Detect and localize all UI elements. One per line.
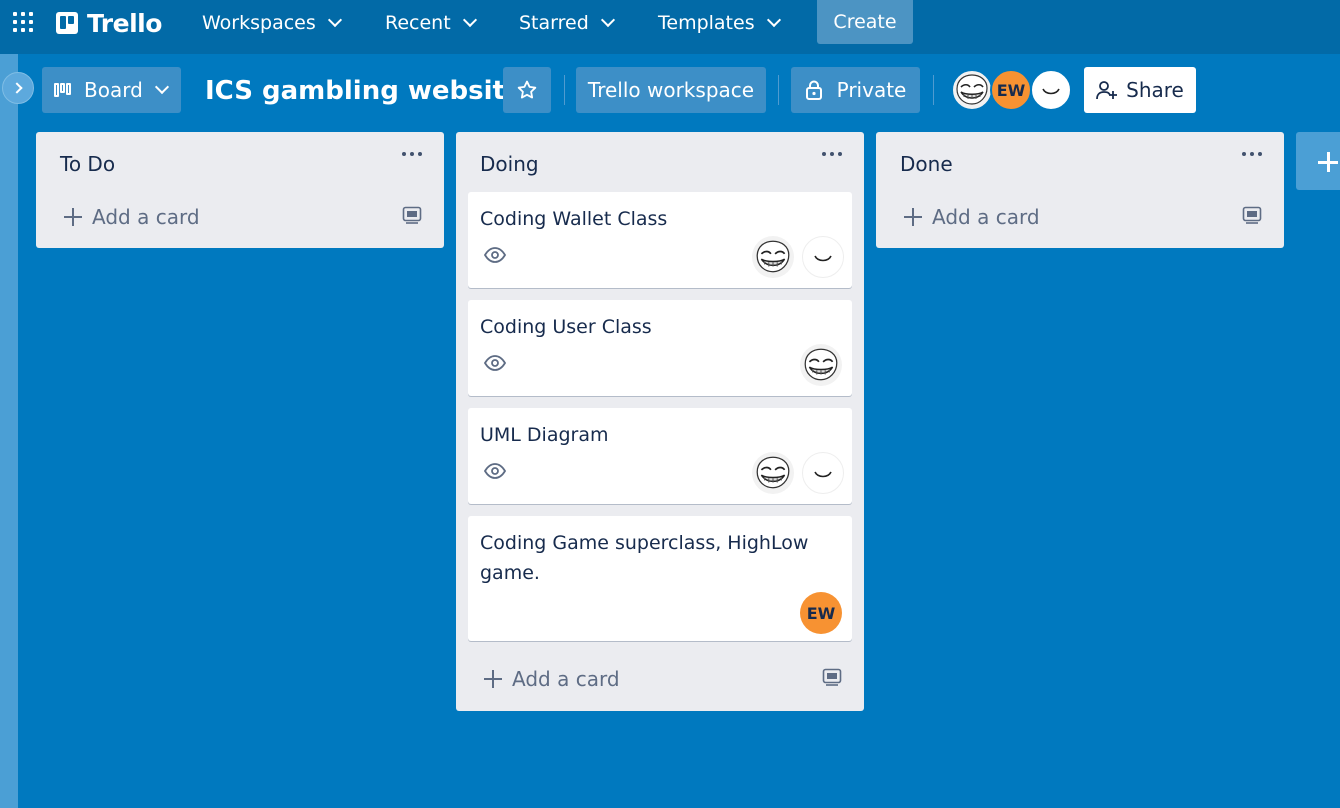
star-icon — [517, 80, 537, 99]
smile-face-icon — [814, 471, 832, 478]
card-template-icon[interactable] — [1242, 206, 1262, 224]
list-title[interactable]: To Do — [60, 152, 115, 176]
card-coding-user-class[interactable]: Coding User Class — [468, 300, 852, 396]
top-navigation: Trello Workspaces Recent Starred Templat… — [0, 0, 1340, 54]
star-board-button[interactable] — [503, 67, 551, 113]
list-done: Done Add a card — [876, 132, 1284, 248]
trello-logo[interactable]: Trello — [56, 8, 162, 38]
sidebar-collapsed — [0, 54, 18, 808]
card-title: UML Diagram — [480, 424, 609, 446]
card-member-ew[interactable]: EW — [800, 592, 842, 634]
card-member-smile[interactable] — [802, 236, 844, 278]
recent-label: Recent — [385, 12, 451, 34]
card-title: Coding Wallet Class — [480, 208, 668, 230]
sidebar-expand-button[interactable] — [2, 72, 34, 104]
add-card-button[interactable]: Add a card — [484, 664, 620, 694]
watch-eye-icon — [484, 247, 506, 263]
starred-label: Starred — [519, 12, 589, 34]
card-member-troll[interactable] — [752, 236, 794, 278]
logo-text: Trello — [87, 8, 162, 38]
card-member-troll[interactable] — [800, 344, 842, 386]
header-divider — [564, 75, 565, 105]
troll-face-icon — [804, 348, 838, 381]
list-menu-icon[interactable] — [402, 152, 426, 162]
list-to-do: To Do Add a card — [36, 132, 444, 248]
share-button[interactable]: Share — [1084, 67, 1196, 113]
chevron-down-icon — [327, 12, 342, 28]
card-uml-diagram[interactable]: UML Diagram — [468, 408, 852, 504]
share-label: Share — [1126, 78, 1184, 102]
templates-label: Templates — [658, 12, 755, 34]
board-view-switcher[interactable]: Board — [42, 67, 181, 113]
templates-menu[interactable]: Templates — [650, 6, 787, 40]
create-button[interactable]: Create — [817, 0, 913, 44]
plus-icon — [484, 670, 502, 688]
card-template-icon[interactable] — [822, 668, 842, 686]
card-coding-game-superclass[interactable]: Coding Game superclass, HighLow game. EW — [468, 516, 852, 641]
list-doing: Doing Coding Wallet Class Coding User Cl… — [456, 132, 864, 711]
member-avatar-troll[interactable] — [951, 69, 993, 111]
visibility-label: Private — [836, 78, 907, 102]
lock-icon — [805, 80, 822, 100]
member-initials: EW — [806, 603, 836, 623]
troll-face-icon — [756, 456, 790, 489]
member-avatar-ew[interactable]: EW — [990, 69, 1032, 111]
troll-face-icon — [956, 74, 988, 105]
add-list-button[interactable] — [1296, 132, 1340, 190]
member-avatar-smile[interactable] — [1030, 69, 1072, 111]
chevron-down-icon — [600, 12, 615, 28]
card-template-icon[interactable] — [402, 206, 422, 224]
board-view-label: Board — [84, 78, 143, 102]
starred-menu[interactable]: Starred — [511, 6, 621, 40]
card-coding-wallet-class[interactable]: Coding Wallet Class — [468, 192, 852, 288]
add-card-button[interactable]: Add a card — [64, 202, 200, 232]
chevron-down-icon — [766, 12, 781, 28]
header-divider — [778, 75, 779, 105]
card-member-troll[interactable] — [752, 452, 794, 494]
recent-menu[interactable]: Recent — [377, 6, 483, 40]
add-person-icon — [1096, 81, 1118, 100]
smile-face-icon — [814, 255, 832, 262]
visibility-button[interactable]: Private — [791, 67, 920, 113]
member-initials: EW — [996, 80, 1026, 100]
app-switcher-icon[interactable] — [12, 11, 36, 35]
add-card-label: Add a card — [92, 205, 200, 229]
add-card-label: Add a card — [512, 667, 620, 691]
chevron-right-icon — [10, 82, 23, 94]
trello-logo-icon — [56, 12, 78, 34]
card-title: Coding Game superclass, HighLow game. — [480, 532, 809, 584]
add-card-label: Add a card — [932, 205, 1040, 229]
workspaces-label: Workspaces — [202, 12, 316, 34]
list-menu-icon[interactable] — [822, 152, 846, 162]
troll-face-icon — [756, 240, 790, 273]
list-menu-icon[interactable] — [1242, 152, 1266, 162]
add-card-button[interactable]: Add a card — [904, 202, 1040, 232]
card-member-smile[interactable] — [802, 452, 844, 494]
header-divider — [933, 75, 934, 105]
workspaces-menu[interactable]: Workspaces — [194, 6, 348, 40]
workspace-button[interactable]: Trello workspace — [576, 67, 766, 113]
watch-eye-icon — [484, 355, 506, 371]
chevron-down-icon — [462, 12, 477, 28]
board-view-icon — [54, 83, 76, 97]
plus-icon — [904, 208, 922, 226]
board-title[interactable]: ICS gambling website — [205, 72, 523, 110]
list-title[interactable]: Doing — [480, 152, 539, 176]
watch-eye-icon — [484, 463, 506, 479]
chevron-down-icon — [154, 79, 169, 95]
card-title: Coding User Class — [480, 316, 652, 338]
list-title[interactable]: Done — [900, 152, 953, 176]
plus-icon — [64, 208, 82, 226]
smile-face-icon — [1042, 88, 1060, 95]
